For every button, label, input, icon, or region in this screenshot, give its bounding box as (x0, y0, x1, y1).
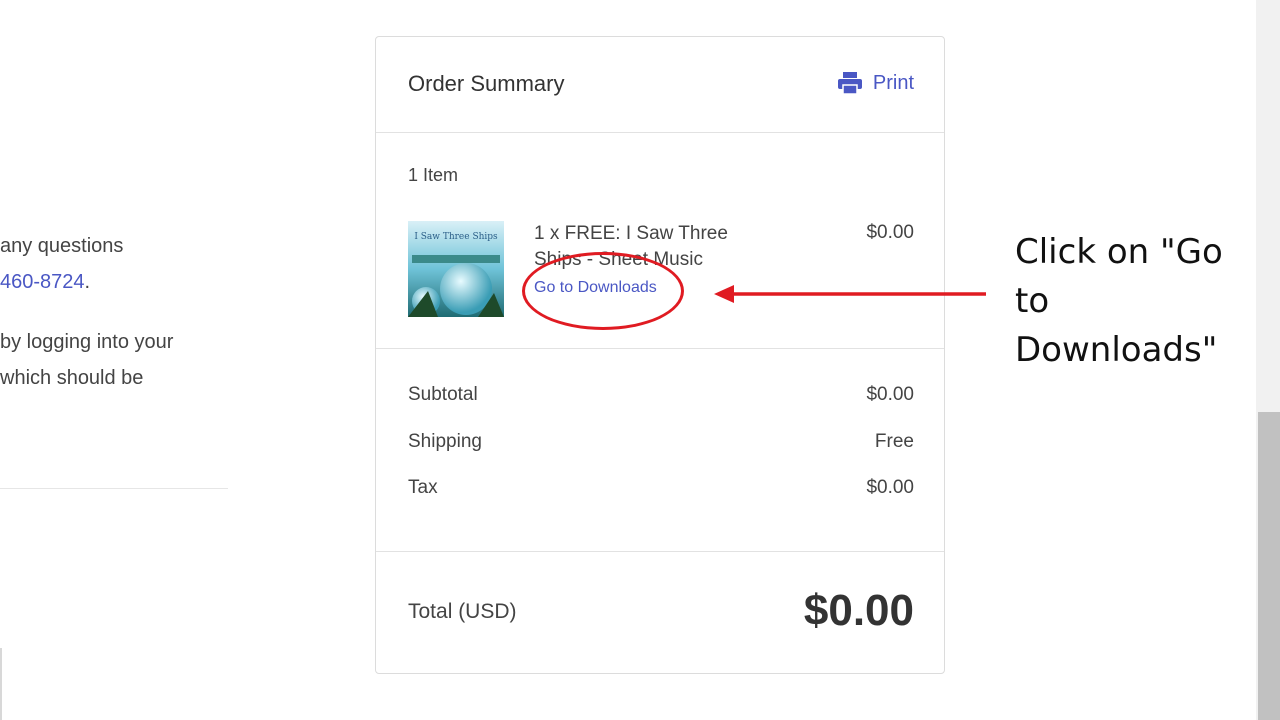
product-thumbnail: I Saw Three Ships (408, 221, 504, 317)
text-line: by logging into your (0, 331, 174, 353)
print-button[interactable]: Print (837, 71, 914, 95)
total-label: Total (USD) (408, 600, 517, 623)
scrollbar-thumb[interactable] (1258, 412, 1280, 720)
shipping-value: Free (874, 431, 914, 452)
text-line: any questions (0, 235, 124, 257)
annotation-text: Click on "Go to Downloads" (1015, 232, 1223, 370)
subtotal-label: Subtotal (408, 384, 478, 405)
item-price: $0.00 (866, 222, 914, 243)
text-line: which should be (0, 367, 144, 389)
shipping-row: Shipping Free (408, 431, 914, 453)
confirmation-text: any questions 460-8724. by logging into … (0, 228, 240, 396)
subtotal-row: Subtotal $0.00 (408, 384, 914, 406)
arrow-icon (714, 285, 986, 303)
text-line: 460-8724. (0, 271, 91, 293)
printer-icon (837, 72, 862, 95)
subtotal-value: $0.00 (866, 384, 914, 405)
svg-text:I Saw Three Ships: I Saw Three Ships (414, 232, 498, 242)
totals-section: Subtotal $0.00 Shipping Free Tax $0.00 (376, 349, 944, 552)
print-label: Print (872, 71, 914, 94)
item-count: 1 Item (408, 165, 459, 185)
highlight-ellipse (522, 252, 684, 330)
order-summary-title: Order Summary (408, 71, 565, 96)
cropped-box-edge (0, 648, 2, 720)
order-summary-header: Order Summary Print (376, 37, 944, 133)
phone-link[interactable]: 460-8724 (0, 271, 85, 293)
tax-value: $0.00 (866, 477, 914, 498)
tax-row: Tax $0.00 (408, 477, 914, 499)
total-value: $0.00 (803, 586, 914, 635)
shipping-label: Shipping (408, 431, 482, 452)
total-section: Total (USD) $0.00 (376, 552, 944, 673)
divider (0, 488, 228, 489)
tax-label: Tax (408, 477, 438, 498)
order-summary-card: Order Summary Print 1 Item I Saw Three S… (375, 36, 945, 674)
